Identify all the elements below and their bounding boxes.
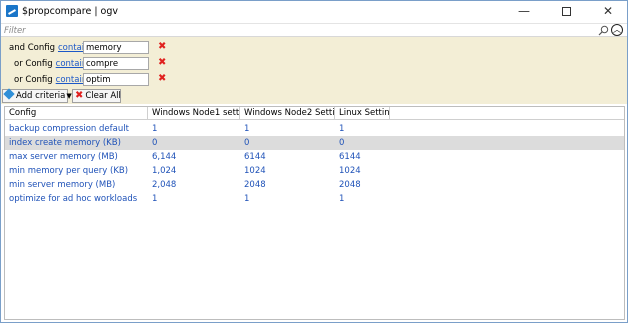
table-row[interactable]: min memory per query (KB) 1,024 1024 102… (5, 164, 624, 178)
table-row[interactable]: max server memory (MB) 6,144 6144 6144 (5, 150, 624, 164)
dropdown-caret-icon: ▼ (66, 92, 72, 100)
remove-criteria-icon[interactable]: ✖ (158, 41, 166, 52)
criteria-value-input[interactable]: compre (83, 57, 149, 70)
cell-windows-node1: 0 (152, 138, 158, 148)
add-diamond-icon (3, 88, 15, 100)
cell-config: optimize for ad hoc workloads (9, 194, 138, 204)
cell-windows-node1: 2,048 (152, 180, 177, 190)
clear-x-icon: ✖ (75, 90, 84, 101)
app-window: $propcompare | ogv — ✕ ︿ and Configconta… (0, 0, 628, 323)
column-header-linux[interactable]: Linux Setting (335, 107, 390, 120)
cell-config: min server memory (MB) (9, 180, 116, 190)
criteria-prefix: or Config contains (14, 59, 92, 69)
add-criteria-button[interactable]: Add criteria▼ (2, 88, 72, 103)
cell-linux: 2048 (339, 180, 361, 190)
title-bar: $propcompare | ogv — ✕ (1, 1, 627, 23)
criteria-value-input[interactable]: optim (83, 73, 149, 86)
maximize-button[interactable] (549, 1, 583, 23)
window-title: $propcompare | ogv (22, 6, 119, 17)
criteria-field-label: and Config (9, 43, 55, 53)
table-row[interactable]: min server memory (MB) 2,048 2048 2048 (5, 178, 624, 192)
filter-bar: ︿ (1, 23, 627, 37)
grid-header: Config Windows Node1 setting Windows Nod… (5, 107, 624, 120)
clear-all-label: Clear All (85, 91, 121, 101)
cell-windows-node2: 1 (244, 124, 250, 134)
cell-windows-node2: 0 (244, 138, 250, 148)
cell-linux: 1 (339, 124, 345, 134)
cell-linux: 0 (339, 138, 345, 148)
results-grid: Config Windows Node1 setting Windows Nod… (4, 106, 625, 320)
filter-input[interactable] (4, 24, 594, 37)
cell-windows-node1: 1 (152, 124, 158, 134)
cell-windows-node1: 1,024 (152, 166, 177, 176)
criteria-field-label: or Config (14, 59, 53, 69)
table-row-selected[interactable]: index create memory (KB) 0 0 0 (5, 136, 624, 150)
cell-config: min memory per query (KB) (9, 166, 129, 176)
search-icon[interactable] (598, 25, 609, 36)
cell-linux: 1 (339, 194, 345, 204)
cell-windows-node2: 1 (244, 194, 250, 204)
criteria-value-input[interactable]: memory (83, 41, 149, 54)
table-row[interactable]: backup compression default 1 1 1 (5, 122, 624, 136)
remove-criteria-icon[interactable]: ✖ (158, 73, 166, 84)
cell-linux: 1024 (339, 166, 361, 176)
cell-windows-node2: 2048 (244, 180, 266, 190)
cell-windows-node1: 1 (152, 194, 158, 204)
cell-config: max server memory (MB) (9, 152, 118, 162)
cell-windows-node2: 1024 (244, 166, 266, 176)
cell-windows-node1: 6,144 (152, 152, 177, 162)
criteria-prefix: and Config contains (9, 43, 94, 53)
column-header-config[interactable]: Config (5, 107, 148, 120)
cell-windows-node2: 6144 (244, 152, 266, 162)
column-header-windows-node2[interactable]: Windows Node2 Setting (240, 107, 335, 120)
maximize-icon (561, 7, 571, 16)
criteria-prefix: or Config contains (14, 75, 92, 85)
cell-linux: 6144 (339, 152, 361, 162)
app-icon (6, 5, 18, 17)
remove-criteria-icon[interactable]: ✖ (158, 57, 166, 68)
add-criteria-label: Add criteria (16, 91, 66, 101)
cell-config: index create memory (KB) (9, 138, 121, 148)
clear-all-button[interactable]: ✖ Clear All (72, 89, 121, 103)
cell-config: backup compression default (9, 124, 129, 134)
collapse-chevron-icon[interactable]: ︿ (611, 24, 623, 36)
column-header-windows-node1[interactable]: Windows Node1 setting (148, 107, 240, 120)
table-row[interactable]: optimize for ad hoc workloads 1 1 1 (5, 192, 624, 206)
close-button[interactable]: ✕ (591, 1, 625, 23)
criteria-field-label: or Config (14, 75, 53, 85)
minimize-button[interactable]: — (507, 1, 541, 23)
